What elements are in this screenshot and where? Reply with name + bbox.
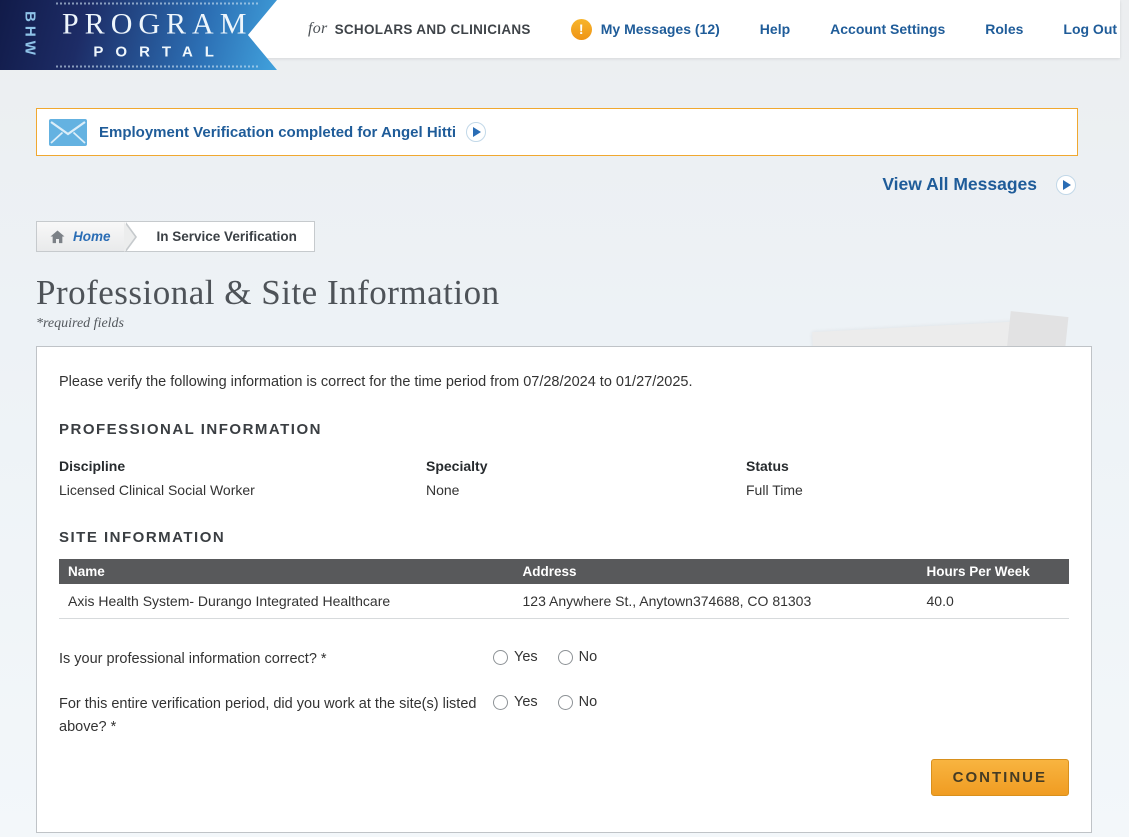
- breadcrumb-home-label: Home: [73, 229, 111, 244]
- professional-fields: Discipline Licensed Clinical Social Work…: [59, 458, 1069, 498]
- site-table-header-row: Name Address Hours Per Week: [59, 559, 1069, 584]
- continue-button[interactable]: CONTINUE: [930, 758, 1069, 796]
- play-icon: [1056, 174, 1076, 195]
- site-address-cell: 123 Anywhere St., Anytown374688, CO 8130…: [513, 584, 918, 619]
- my-messages-label: My Messages (12): [600, 21, 720, 37]
- home-icon: [50, 229, 65, 243]
- radio-button[interactable]: [493, 694, 508, 710]
- field-value: Full Time: [746, 482, 803, 498]
- radio-option-yes[interactable]: Yes: [493, 694, 538, 710]
- play-icon[interactable]: [466, 122, 486, 142]
- audience-label: for SCHOLARS AND CLINICIANS: [288, 0, 551, 58]
- field-label: Discipline: [59, 458, 126, 474]
- bhw-program-portal-logo: BHW PROGRAM PORTAL: [0, 0, 277, 70]
- site-information-heading: SITE INFORMATION: [59, 529, 226, 546]
- notification-text: Employment Verification completed for An…: [99, 123, 456, 141]
- radio-label: Yes: [514, 649, 538, 665]
- radio-button[interactable]: [557, 649, 573, 665]
- bhw-vertical-text: BHW: [21, 11, 39, 59]
- question-text: For this entire verification period, did…: [59, 696, 477, 736]
- alert-icon: !: [570, 18, 592, 40]
- breadcrumb: Home In Service Verification: [36, 221, 315, 252]
- radio-option-no[interactable]: No: [557, 694, 598, 711]
- panel-actions: CONTINUE: [59, 758, 1069, 796]
- site-table: Name Address Hours Per Week Axis Health …: [59, 559, 1069, 619]
- page-body: Employment Verification completed for An…: [0, 108, 1129, 833]
- radio-option-no[interactable]: No: [557, 649, 598, 665]
- table-row: Axis Health System- Durango Integrated H…: [59, 584, 1069, 619]
- field-status: Status Full Time: [746, 458, 803, 498]
- radio-group-professional-correct: Yes No: [493, 649, 597, 665]
- radio-label: Yes: [514, 694, 538, 711]
- audience-text: SCHOLARS AND CLINICIANS: [334, 21, 531, 37]
- nav-link-log-out[interactable]: Log Out: [1043, 0, 1129, 58]
- radio-option-yes[interactable]: Yes: [493, 649, 538, 665]
- field-label: Status: [746, 458, 789, 474]
- field-value: Licensed Clinical Social Worker: [59, 482, 255, 498]
- view-all-messages-label: View All Messages: [882, 174, 1037, 194]
- header-nav: for SCHOLARS AND CLINICIANS ! My Message…: [288, 0, 1120, 58]
- site-hours-cell: 40.0: [917, 584, 1069, 619]
- nav-link-account-settings[interactable]: Account Settings: [810, 0, 965, 58]
- verification-panel: Please verify the following information …: [36, 346, 1092, 833]
- field-discipline: Discipline Licensed Clinical Social Work…: [59, 458, 426, 498]
- radio-label: No: [578, 694, 598, 711]
- field-label: Specialty: [426, 458, 488, 474]
- column-header-address: Address: [513, 559, 918, 584]
- radio-button[interactable]: [493, 649, 508, 665]
- breadcrumb-chevron-icon: [123, 222, 140, 252]
- notification-banner[interactable]: Employment Verification completed for An…: [36, 108, 1078, 156]
- professional-information-heading: PROFESSIONAL INFORMATION: [59, 421, 322, 438]
- header-bar: BHW PROGRAM PORTAL for SCHOLARS AND CLIN…: [0, 0, 1120, 70]
- logo-portal-text: PORTAL: [93, 43, 226, 61]
- question-text: Is your professional information correct…: [59, 651, 327, 667]
- column-header-hours: Hours Per Week: [917, 559, 1069, 584]
- site-name-cell: Axis Health System- Durango Integrated H…: [59, 584, 514, 619]
- question-worked-at-sites: For this entire verification period, did…: [59, 693, 1069, 739]
- question-professional-correct: Is your professional information correct…: [59, 648, 1069, 671]
- panel-wrap: Please verify the following information …: [36, 311, 1092, 833]
- field-specialty: Specialty None: [426, 458, 746, 498]
- logo-text: PROGRAM PORTAL: [56, 2, 259, 68]
- logo-program-text: PROGRAM: [62, 7, 253, 41]
- nav-link-roles[interactable]: Roles: [965, 0, 1043, 58]
- intro-text: Please verify the following information …: [59, 374, 693, 390]
- breadcrumb-current: In Service Verification: [156, 229, 297, 244]
- column-header-name: Name: [59, 559, 514, 584]
- envelope-icon: [49, 118, 87, 146]
- view-all-messages-link[interactable]: View All Messages: [36, 174, 1076, 195]
- radio-button[interactable]: [557, 694, 573, 710]
- nav-link-help[interactable]: Help: [740, 0, 810, 58]
- radio-label: No: [578, 649, 598, 665]
- radio-group-worked-at-sites: Yes No: [493, 694, 597, 710]
- field-value: None: [426, 482, 460, 498]
- my-messages-link[interactable]: ! My Messages (12): [551, 0, 740, 58]
- breadcrumb-home-link[interactable]: Home: [37, 222, 126, 251]
- for-word: for: [308, 20, 328, 37]
